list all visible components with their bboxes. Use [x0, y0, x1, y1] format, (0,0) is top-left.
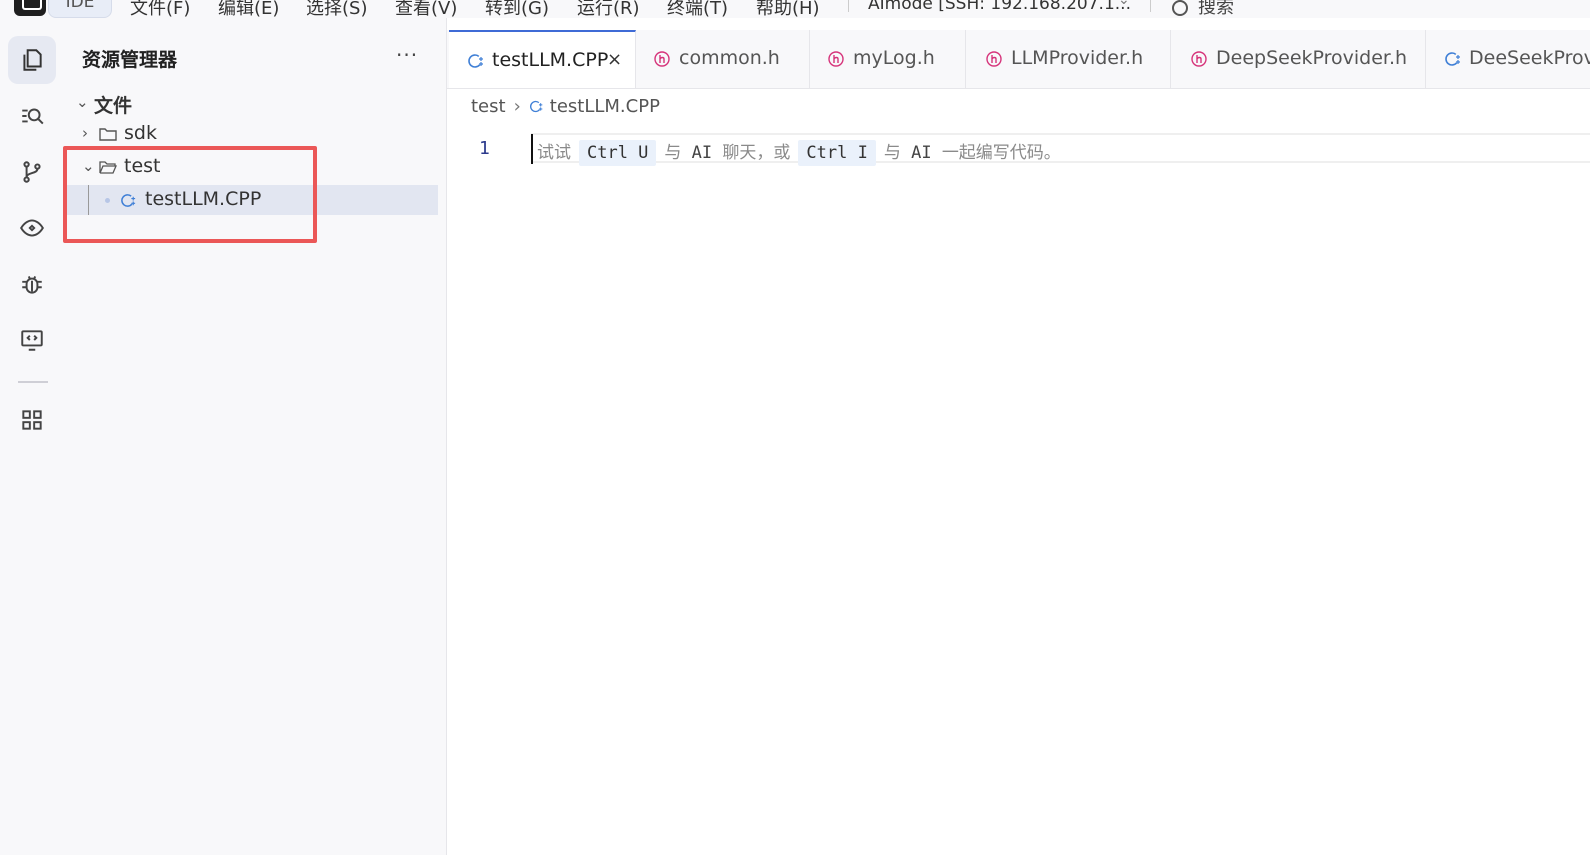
remote-connection-label[interactable]: AImode [SSH: 192.168.207.1... [868, 0, 1131, 14]
hint-text: 与 [664, 143, 682, 163]
menu-edit[interactable]: 编辑(E) [218, 0, 279, 18]
tab-deepseekprovider-h[interactable]: DeepSeekProvider.h [1171, 30, 1426, 88]
source-control-icon[interactable] [8, 148, 56, 196]
menu-terminal[interactable]: 终端(T) [667, 0, 728, 18]
hint-ai: AI [911, 143, 932, 163]
highlight-annotation-box [63, 146, 317, 243]
header-file-icon [1191, 51, 1207, 67]
extensions-icon[interactable] [8, 396, 56, 444]
menu-file[interactable]: 文件(F) [130, 0, 190, 18]
breadcrumb-file[interactable]: testLLM.CPP [550, 96, 660, 117]
folder-icon [99, 128, 117, 141]
remote-icon[interactable] [8, 316, 56, 364]
tree-root-files[interactable]: ⌄ 文件 [64, 88, 438, 118]
ide-mode-button[interactable]: IDE [48, 0, 112, 18]
menu-selection[interactable]: 选择(S) [306, 0, 367, 18]
tab-common-h[interactable]: common.h [636, 30, 810, 88]
header-file-icon [654, 51, 670, 67]
tab-label: DeeSeekProvider.cpp [1469, 47, 1590, 69]
hint-text: 与 [883, 143, 901, 163]
header-file-icon [986, 51, 1002, 67]
menu-view[interactable]: 查看(V) [395, 0, 457, 18]
tree-item-sdk[interactable]: › sdk [64, 119, 438, 149]
debug-icon[interactable] [8, 260, 56, 308]
header-file-icon [828, 51, 844, 67]
tab-bar: testLLM.CPP × common.h myLog.h LLMProvid… [447, 30, 1590, 89]
search-icon [1172, 0, 1188, 16]
menu-run[interactable]: 运行(R) [577, 0, 640, 18]
tree-item-label: sdk [124, 122, 157, 144]
tab-label: DeepSeekProvider.h [1216, 47, 1408, 69]
explorer-title: 资源管理器 [82, 49, 178, 71]
breadcrumb-folder[interactable]: test [471, 96, 506, 117]
hint-ai: AI [691, 143, 713, 163]
shortcut-chat: Ctrl U [579, 140, 657, 166]
tab-mylog-h[interactable]: myLog.h [810, 30, 966, 88]
menu-divider [1150, 0, 1151, 12]
line-number: 1 [479, 138, 490, 159]
activity-bar [0, 18, 64, 855]
code-line[interactable]: 1 试试 Ctrl U 与 AI 聊天，或 Ctrl I 与 AI 一起编写代码。 [447, 133, 1590, 166]
cpp-file-icon [1445, 52, 1460, 66]
tab-testllm-cpp[interactable]: testLLM.CPP × [449, 30, 636, 88]
ai-hint-text: 试试 Ctrl U 与 AI 聊天，或 Ctrl I 与 AI 一起编写代码。 [537, 138, 1061, 166]
shortcut-inline: Ctrl I [798, 140, 876, 166]
menu-goto[interactable]: 转到(G) [485, 0, 549, 18]
more-actions-icon[interactable]: ··· [396, 43, 418, 67]
menu-bar: IDE 文件(F) 编辑(E) 选择(S) 查看(V) 转到(G) 运行(R) … [0, 0, 1590, 18]
hint-text: 试试 [537, 143, 571, 163]
breadcrumb: test › testLLM.CPP [471, 96, 660, 117]
search-label: 搜索 [1198, 0, 1234, 18]
cpp-file-icon [529, 100, 543, 113]
tab-label: testLLM.CPP [492, 49, 609, 71]
text-cursor [531, 134, 533, 164]
preview-icon[interactable] [8, 204, 56, 252]
tab-label: myLog.h [853, 47, 935, 69]
search-icon[interactable] [8, 92, 56, 140]
chevron-down-icon[interactable]: ⌄ [1118, 0, 1130, 8]
cpp-file-icon [468, 54, 483, 68]
tab-label: LLMProvider.h [1011, 47, 1144, 69]
tab-deeseekprovider-cpp[interactable]: DeeSeekProvider.cpp [1426, 30, 1590, 88]
chevron-down-icon: ⌄ [76, 93, 89, 111]
explorer-icon[interactable] [8, 36, 56, 84]
menu-divider [848, 0, 849, 12]
activity-divider [18, 381, 48, 383]
chevron-right-icon: › [82, 124, 88, 142]
hint-text: 聊天，或 [722, 143, 791, 163]
app-logo-icon[interactable] [14, 0, 46, 16]
close-icon[interactable]: × [607, 49, 622, 70]
tab-llmprovider-h[interactable]: LLMProvider.h [966, 30, 1171, 88]
global-search-button[interactable]: 搜索 [1172, 0, 1234, 18]
hint-text: 一起编写代码。 [941, 143, 1061, 163]
editor-area: testLLM.CPP × common.h myLog.h LLMProvid… [447, 18, 1590, 855]
menu-help[interactable]: 帮助(H) [756, 0, 820, 18]
chevron-right-icon: › [513, 96, 521, 117]
explorer-panel: 资源管理器 ··· ⌄ 文件 › sdk ⌄ test testLLM.CPP [64, 18, 447, 855]
tab-label: common.h [679, 47, 780, 69]
tree-root-label: 文件 [94, 95, 133, 117]
